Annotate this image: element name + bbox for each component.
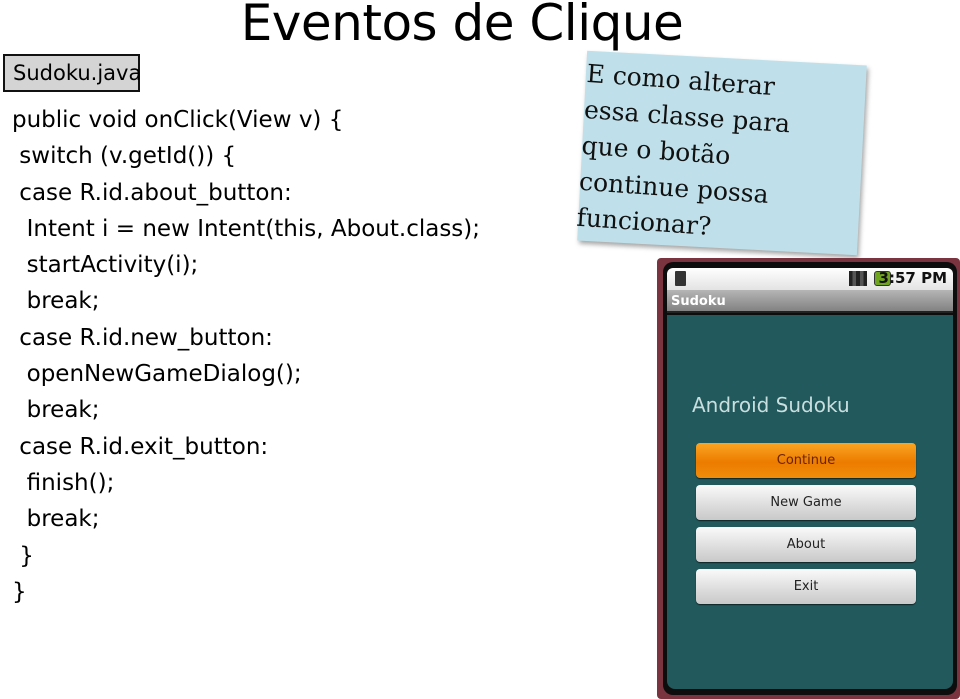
app-heading: Android Sudoku [692,393,850,417]
sim-card-icon [675,271,686,286]
exit-button[interactable]: Exit [696,569,916,604]
code-line: case R.id.about_button: [12,179,292,206]
code-line: break; [12,397,100,424]
code-line: break; [12,288,100,315]
code-line: case R.id.exit_button: [12,433,269,460]
android-emulator-screenshot: 3:57 PM Sudoku Android Sudoku Continue N… [657,258,960,699]
status-bar: 3:57 PM [667,268,953,290]
code-line: case R.id.new_button: [12,324,273,351]
code-line: finish(); [12,469,115,496]
code-line: openNewGameDialog(); [12,361,302,388]
code-line: } [12,542,34,569]
code-line: Intent i = new Intent(this, About.class)… [12,215,481,242]
code-line: break; [12,506,100,533]
signal-icon [849,271,867,286]
code-line: public void onClick(View v) { [12,107,344,133]
code-line: } [12,578,27,605]
app-content: Android Sudoku Continue New Game About E… [667,315,953,689]
file-name-label: Sudoku.java [3,54,141,92]
about-button[interactable]: About [696,527,916,562]
sticky-note-text: E como alterar essa classe para que o bo… [575,56,877,256]
continue-button[interactable]: Continue [696,443,916,478]
code-line: switch (v.getId()) { [12,143,237,170]
slide-title: Eventos de Clique [240,0,684,52]
new-game-button[interactable]: New Game [696,485,916,520]
status-time: 3:57 PM [878,269,947,287]
code-block: public void onClick(View v) { switch (v.… [12,102,480,610]
code-line: startActivity(i); [12,252,199,279]
app-title-bar: Sudoku [667,290,953,313]
